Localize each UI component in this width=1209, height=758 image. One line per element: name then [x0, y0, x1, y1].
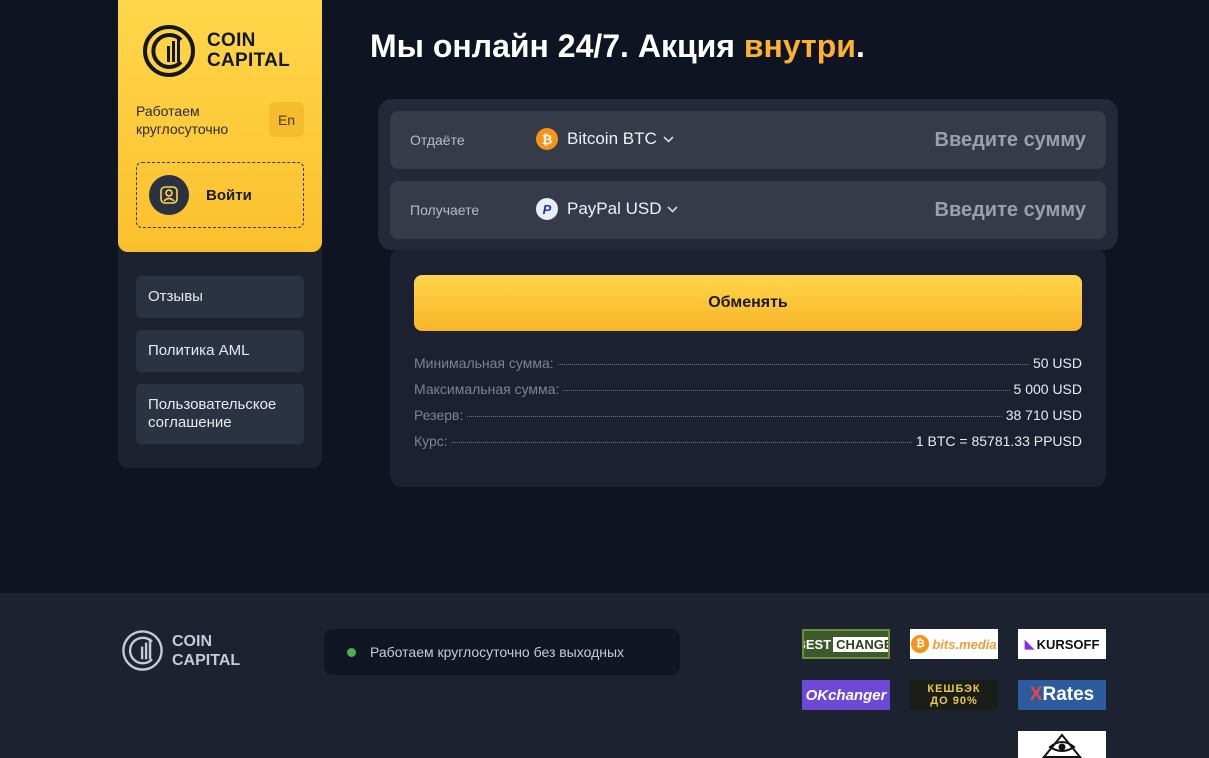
- partner-eye-link[interactable]: [1018, 731, 1106, 758]
- bestchange-text-b: CHANGE: [833, 636, 888, 652]
- xrates-x: X: [1029, 684, 1043, 705]
- get-currency-name: PayPal USD: [567, 199, 662, 218]
- headline-text: Мы онлайн 24/7. Акция: [370, 28, 744, 64]
- give-currency-name: Bitcoin BTC: [567, 129, 657, 148]
- kursoff-k-icon: ◣: [1024, 636, 1035, 651]
- partner-kursoff-link[interactable]: ◣ KURSOFF: [1018, 629, 1106, 659]
- info-row-max: Максимальная сумма: 5 000 USD: [414, 381, 1082, 407]
- sidebar-item-user-agreement[interactable]: Пользовательское соглашение: [136, 384, 304, 444]
- coin-capital-logo-icon: [143, 25, 195, 77]
- logo-line-2: CAPITAL: [207, 50, 291, 71]
- partner-cashback-link[interactable]: КЕШБЭК ДО 90%: [910, 680, 998, 710]
- dotted-leader: [451, 442, 912, 443]
- chevron-down-icon: [667, 202, 679, 216]
- info-row-min: Минимальная сумма: 50 USD: [414, 355, 1082, 381]
- logo-line-1: COIN: [207, 30, 256, 51]
- get-currency-select[interactable]: P PayPal USD: [536, 198, 679, 220]
- dotted-leader: [557, 364, 1029, 365]
- info-value: 1 BTC = 85781.33 PPUSD: [915, 433, 1082, 449]
- get-field: Получаете P PayPal USD: [390, 181, 1106, 239]
- info-row-reserve: Резерв: 38 710 USD: [414, 407, 1082, 433]
- partner-bitsmedia-link[interactable]: ₿ bits.media: [910, 629, 998, 659]
- footer-logo-line-1: COIN: [172, 632, 212, 650]
- working-hours-text: Работаем круглосуточно: [136, 103, 229, 137]
- get-label: Получаете: [410, 202, 480, 218]
- info-label: Минимальная сумма:: [414, 355, 554, 371]
- dotted-leader: [467, 416, 1002, 417]
- sidebar-menu: Отзывы Политика AML Пользовательское сог…: [136, 276, 304, 456]
- partner-xrates-link[interactable]: X Rates: [1018, 680, 1106, 710]
- status-text: Работаем круглосуточно без выходных: [370, 644, 625, 660]
- partner-okchanger-link[interactable]: OKchanger: [802, 680, 890, 710]
- login-button[interactable]: Войти: [136, 162, 304, 228]
- logo[interactable]: COIN CAPITAL: [142, 24, 290, 78]
- dotted-leader: [563, 390, 1010, 391]
- info-label: Резерв:: [414, 407, 464, 423]
- status-pill: Работаем круглосуточно без выходных: [324, 629, 680, 675]
- footer-logo-line-2: CAPITAL: [172, 651, 241, 669]
- give-amount-input[interactable]: [826, 125, 1086, 155]
- footer-logo[interactable]: COIN CAPITAL: [121, 629, 240, 672]
- cashback-line-2: ДО 90%: [930, 695, 978, 707]
- sidebar: COIN CAPITAL Работаем круглосуточно En В…: [118, 0, 322, 468]
- give-label: Отдаёте: [410, 132, 465, 148]
- xrates-text: Rates: [1042, 684, 1095, 705]
- kursoff-text: KURSOFF: [1036, 636, 1100, 652]
- give-currency-select[interactable]: ₿ Bitcoin BTC: [536, 128, 674, 150]
- footer-logo-text: COIN CAPITAL: [172, 632, 240, 670]
- info-label: Максимальная сумма:: [414, 381, 560, 397]
- user-icon: [149, 175, 189, 215]
- info-label: Курс:: [414, 433, 448, 449]
- headline-end: .: [855, 28, 865, 64]
- login-label: Войти: [206, 186, 252, 204]
- bitcoin-icon: ₿: [911, 635, 930, 653]
- info-value: 50 USD: [1032, 355, 1082, 371]
- eye-pyramid-icon: [1041, 733, 1083, 758]
- page-title: Мы онлайн 24/7. Акция внутри.: [370, 28, 865, 65]
- bitcoin-icon: ₿: [536, 128, 558, 150]
- exchange-info-list: Минимальная сумма: 50 USD Максимальная с…: [414, 355, 1082, 459]
- bestchange-text-a: BEST: [804, 636, 832, 652]
- footer: COIN CAPITAL Работаем круглосуточно без …: [0, 593, 1209, 758]
- language-button[interactable]: En: [269, 102, 304, 137]
- headline-accent-link[interactable]: внутри: [744, 28, 856, 64]
- online-status-dot: [347, 647, 356, 657]
- get-amount-input[interactable]: [826, 195, 1086, 225]
- chevron-down-icon: [663, 132, 674, 146]
- paypal-icon: P: [536, 198, 558, 220]
- info-value: 5 000 USD: [1013, 381, 1082, 397]
- exchange-fields: Отдаёте ₿ Bitcoin BTC Получаете P PayPal…: [378, 99, 1118, 250]
- info-row-rate: Курс: 1 BTC = 85781.33 PPUSD: [414, 433, 1082, 459]
- info-value: 38 710 USD: [1005, 407, 1082, 423]
- logo-text: COIN CAPITAL: [207, 31, 290, 71]
- sidebar-item-aml-policy[interactable]: Политика AML: [136, 330, 304, 372]
- coin-capital-logo-icon: [122, 630, 163, 671]
- exchange-button[interactable]: Обменять: [414, 275, 1082, 331]
- partner-bestchange-link[interactable]: BEST CHANGE: [802, 629, 890, 659]
- sidebar-item-reviews[interactable]: Отзывы: [136, 276, 304, 318]
- give-field: Отдаёте ₿ Bitcoin BTC: [390, 111, 1106, 169]
- brand-card: COIN CAPITAL Работаем круглосуточно En В…: [118, 0, 322, 252]
- bits-text: bits.media: [932, 636, 997, 652]
- cashback-line-1: КЕШБЭК: [927, 683, 981, 695]
